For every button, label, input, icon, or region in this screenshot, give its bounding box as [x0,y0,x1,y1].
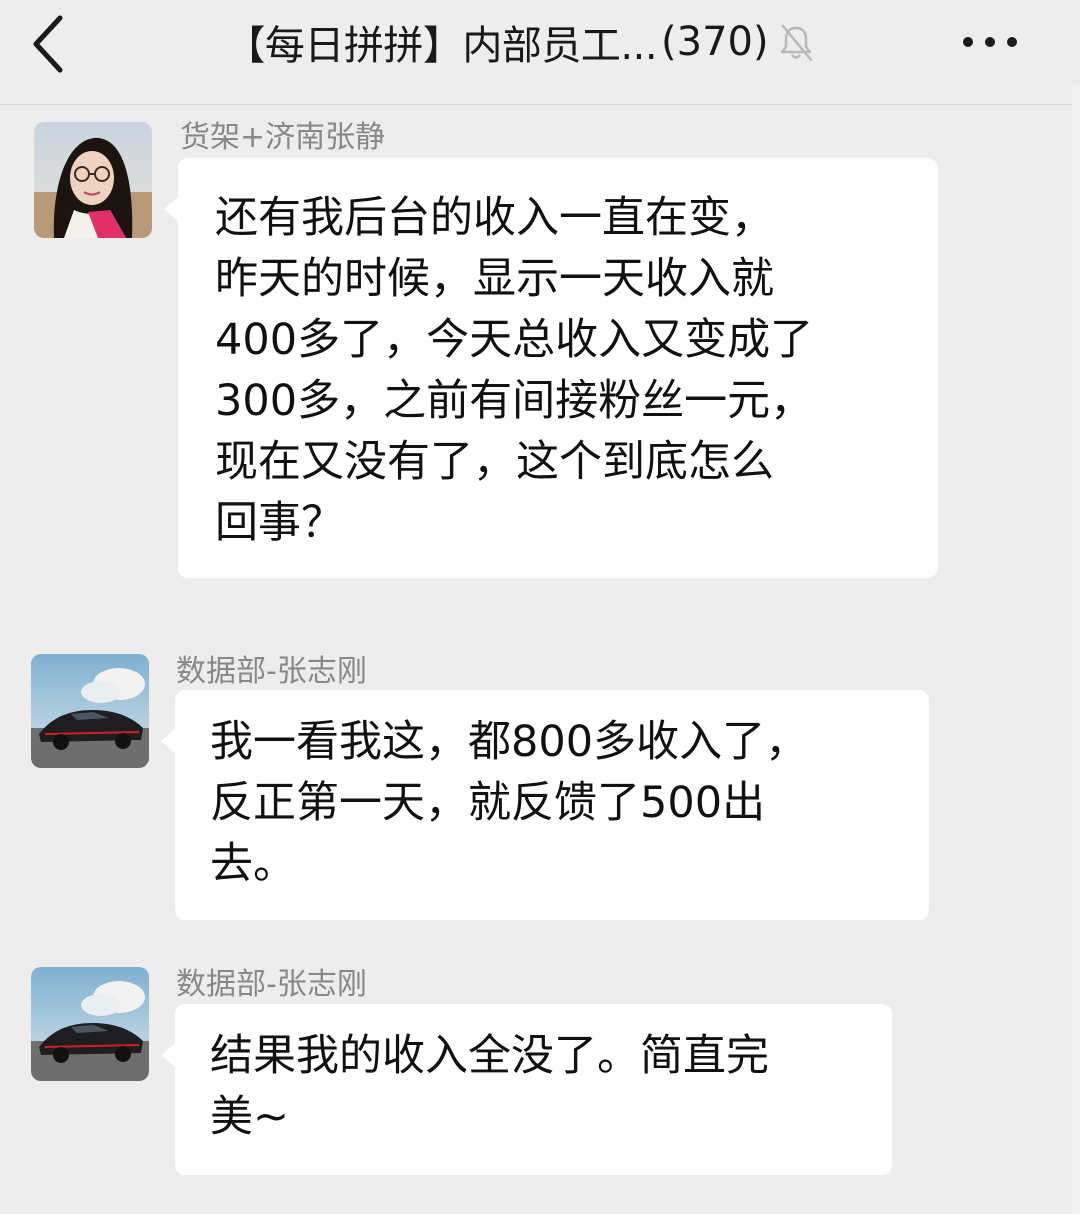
chat-title[interactable]: 【每日拼拼】内部员工... (370) [150,14,890,70]
sender-name: 数据部-张志刚 [176,967,367,1002]
bell-off-icon [780,24,812,62]
chevron-left-icon [33,15,63,73]
sender-name: 货架+济南张静 [180,120,386,155]
avatar-sports-car-photo[interactable] [31,654,149,768]
avatar-woman-photo[interactable] [34,122,152,238]
back-button[interactable] [20,10,80,74]
member-count: (370) [661,19,769,65]
message-bubble[interactable]: 结果我的收入全没了。简直完 美~ [161,1004,892,1175]
more-options-button[interactable] [955,22,1025,62]
group-name: 【每日拼拼】内部员工... [225,23,658,69]
message-bubble[interactable]: 还有我后台的收入一直在变， 昨天的时候，显示一天收入就 400多了，今天总收入又… [164,158,938,578]
chat-header: 【每日拼拼】内部员工... (370) [0,0,1080,105]
message-bubble[interactable]: 我一看我这，都800多收入了， 反正第一天，就反馈了500出 去。 [161,690,929,920]
scroll-edge [1072,84,1080,1214]
sender-name: 数据部-张志刚 [176,654,367,689]
avatar-sports-car-photo[interactable] [31,967,149,1081]
more-dots-icon [963,37,1017,47]
